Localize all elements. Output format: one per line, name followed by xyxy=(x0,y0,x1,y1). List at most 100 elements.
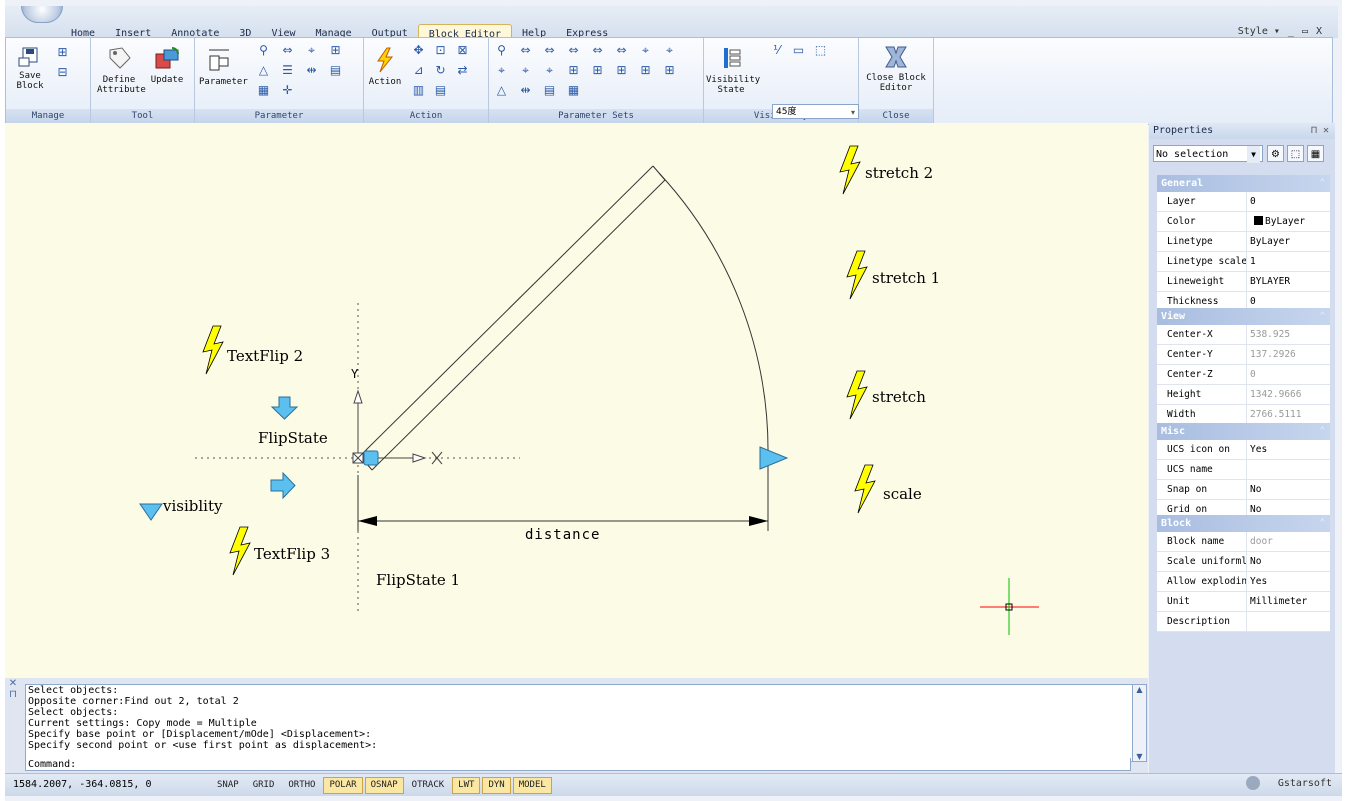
quick-select-icon[interactable]: ⚙ xyxy=(1267,145,1284,162)
property-value[interactable] xyxy=(1247,612,1330,631)
section-header-view[interactable]: View ⌃ xyxy=(1157,308,1330,325)
drawing-canvas[interactable]: Y stretch 2 stretch 1 stretch scale Text… xyxy=(5,123,1148,678)
property-row-ucs-icon-on[interactable]: UCS icon on Yes xyxy=(1157,440,1330,460)
xy-stretch-box-set-icon[interactable]: ⊞ xyxy=(663,64,676,77)
property-value[interactable]: 538.925 xyxy=(1247,325,1330,344)
property-row-snap-on[interactable]: Snap on No xyxy=(1157,480,1330,500)
xy-param-icon[interactable]: ⊞ xyxy=(329,44,342,57)
flip-grip-right-icon[interactable] xyxy=(270,471,296,500)
select-objects-icon[interactable]: ⬚ xyxy=(1287,145,1304,162)
close-block-editor-button[interactable]: Close Block Editor xyxy=(865,44,927,93)
block-drawing[interactable] xyxy=(5,123,1148,678)
move-action-icon[interactable]: ✥ xyxy=(412,44,425,57)
property-row-width[interactable]: Width 2766.5111 xyxy=(1157,405,1330,425)
xy-move-pair-set-icon[interactable]: ⊞ xyxy=(591,64,604,77)
property-row-ucs-name[interactable]: UCS name xyxy=(1157,460,1330,480)
section-header-block[interactable]: Block ⌃ xyxy=(1157,515,1330,532)
linear-param-icon[interactable]: ⇔ xyxy=(281,44,294,57)
basepoint-param-icon[interactable]: ✛ xyxy=(281,84,294,97)
collapse-chevron-icon[interactable]: ⌃ xyxy=(1320,515,1325,532)
flip-grip-down-icon[interactable] xyxy=(270,396,299,420)
collapse-chevron-icon[interactable]: ⌃ xyxy=(1320,423,1325,440)
property-row-linetype[interactable]: Linetype ByLayer xyxy=(1157,232,1330,252)
visibility-state-button[interactable]: Visibility State xyxy=(706,46,760,95)
section-header-general[interactable]: General ⌃ xyxy=(1157,175,1330,192)
property-row-scale-uniformly[interactable]: Scale uniformly No xyxy=(1157,552,1330,572)
linear-stretch-pair-set-icon[interactable]: ⇔ xyxy=(615,44,628,57)
application-menu-button[interactable] xyxy=(21,6,63,23)
stretch-action-icon[interactable]: ⊠ xyxy=(456,44,469,57)
property-row-unit[interactable]: Unit Millimeter xyxy=(1157,592,1330,612)
flip-set-icon[interactable]: ⇹ xyxy=(519,84,532,97)
pickadd-toggle-icon[interactable]: ▦ xyxy=(1307,145,1324,162)
property-row-height[interactable]: Height 1342.9666 xyxy=(1157,385,1330,405)
scroll-up-icon[interactable]: ▲ xyxy=(1133,685,1146,694)
stretch1-action-icon[interactable] xyxy=(846,250,868,300)
xy-move-box-set-icon[interactable]: ⊞ xyxy=(615,64,628,77)
toggle-polar[interactable]: POLAR xyxy=(323,777,363,794)
toggle-snap[interactable]: SNAP xyxy=(211,777,245,794)
property-value[interactable] xyxy=(1247,460,1330,479)
stretch2-action-icon[interactable] xyxy=(839,145,861,195)
polar-stretch-action-icon[interactable]: ⊿ xyxy=(412,64,425,77)
make-invisible-icon[interactable]: ▭ xyxy=(792,44,805,57)
section-header-misc[interactable]: Misc ⌃ xyxy=(1157,423,1330,440)
toggle-lwt[interactable]: LWT xyxy=(452,777,481,794)
textflip2-action-icon[interactable] xyxy=(202,325,224,375)
property-value[interactable]: ByLayer xyxy=(1247,212,1330,231)
property-row-color[interactable]: Color ByLayer xyxy=(1157,212,1330,232)
property-row-description[interactable]: Description xyxy=(1157,612,1330,632)
visibility-state-dropdown[interactable]: 45度 ▾ xyxy=(772,104,859,119)
collapse-chevron-icon[interactable]: ⌃ xyxy=(1320,308,1325,325)
toggle-dyn[interactable]: DYN xyxy=(482,777,511,794)
property-row-center-z[interactable]: Center-Z 0 xyxy=(1157,365,1330,385)
close-button[interactable]: X xyxy=(1316,26,1322,37)
property-value[interactable]: Yes xyxy=(1247,440,1330,459)
linear-array-set-icon[interactable]: ⇔ xyxy=(567,44,580,57)
property-row-allow-exploding[interactable]: Allow exploding Yes xyxy=(1157,572,1330,592)
restore-button[interactable]: ▭ xyxy=(1302,26,1308,37)
lookup-param-icon[interactable]: ▦ xyxy=(257,84,270,97)
polar-stretch-set-icon[interactable]: ⌖ xyxy=(663,44,676,57)
alignment-param-icon[interactable]: ☰ xyxy=(281,64,294,77)
array-action-icon[interactable]: ▥ xyxy=(412,84,425,97)
stretch-action-icon[interactable] xyxy=(846,370,868,420)
polar-move-pair-set-icon[interactable]: ⌖ xyxy=(519,64,532,77)
minimize-button[interactable]: _ xyxy=(1288,26,1294,37)
lookup-set-icon[interactable]: ▦ xyxy=(567,84,580,97)
property-row-center-y[interactable]: Center-Y 137.2926 xyxy=(1157,345,1330,365)
property-value[interactable]: Yes xyxy=(1247,572,1330,591)
block-small-icon-2[interactable]: ⊟ xyxy=(56,66,69,79)
block-small-icon-1[interactable]: ⊞ xyxy=(56,46,69,59)
action-button[interactable]: Action xyxy=(368,46,402,87)
toggle-otrack[interactable]: OTRACK xyxy=(406,777,451,794)
flip-param-icon[interactable]: ⇹ xyxy=(305,64,318,77)
toggle-grid[interactable]: GRID xyxy=(247,777,281,794)
property-row-center-x[interactable]: Center-X 538.925 xyxy=(1157,325,1330,345)
lookup-action-icon[interactable]: ▤ xyxy=(434,84,447,97)
visibility-mode-icon[interactable]: ⬚ xyxy=(814,44,827,57)
rotate-action-icon[interactable]: ↻ xyxy=(434,64,447,77)
property-value[interactable]: ByLayer xyxy=(1247,232,1330,251)
point-param-icon[interactable]: ⚲ xyxy=(257,44,270,57)
parameter-button[interactable]: Parameter xyxy=(199,46,248,87)
property-value[interactable]: No xyxy=(1247,552,1330,571)
scale-action-icon[interactable]: ⊡ xyxy=(434,44,447,57)
update-button[interactable]: Update xyxy=(147,44,187,85)
linear-move-set-icon[interactable]: ⇔ xyxy=(519,44,532,57)
selection-dropdown[interactable]: No selection ▼ xyxy=(1153,145,1263,163)
polar-stretch-pair-set-icon[interactable]: ⌖ xyxy=(543,64,556,77)
linear-stretch-set-icon[interactable]: ⇔ xyxy=(543,44,556,57)
property-value[interactable]: 1342.9666 xyxy=(1247,385,1330,404)
property-value[interactable]: 0 xyxy=(1247,192,1330,211)
save-block-button[interactable]: Save Block xyxy=(12,46,48,91)
collapse-chevron-icon[interactable]: ⌃ xyxy=(1320,175,1325,192)
property-value[interactable]: Millimeter xyxy=(1247,592,1330,611)
xy-array-box-set-icon[interactable]: ⊞ xyxy=(639,64,652,77)
stretch-grip-square[interactable] xyxy=(363,450,379,466)
close-icon[interactable]: ⊓ ✕ xyxy=(1311,123,1329,139)
property-row-block-name[interactable]: Block name door xyxy=(1157,532,1330,552)
define-attribute-button[interactable]: Define Attribute xyxy=(97,44,146,95)
property-value[interactable]: BYLAYER xyxy=(1247,272,1330,291)
command-history-scrollbar[interactable]: ▲ ▼ xyxy=(1132,684,1147,762)
